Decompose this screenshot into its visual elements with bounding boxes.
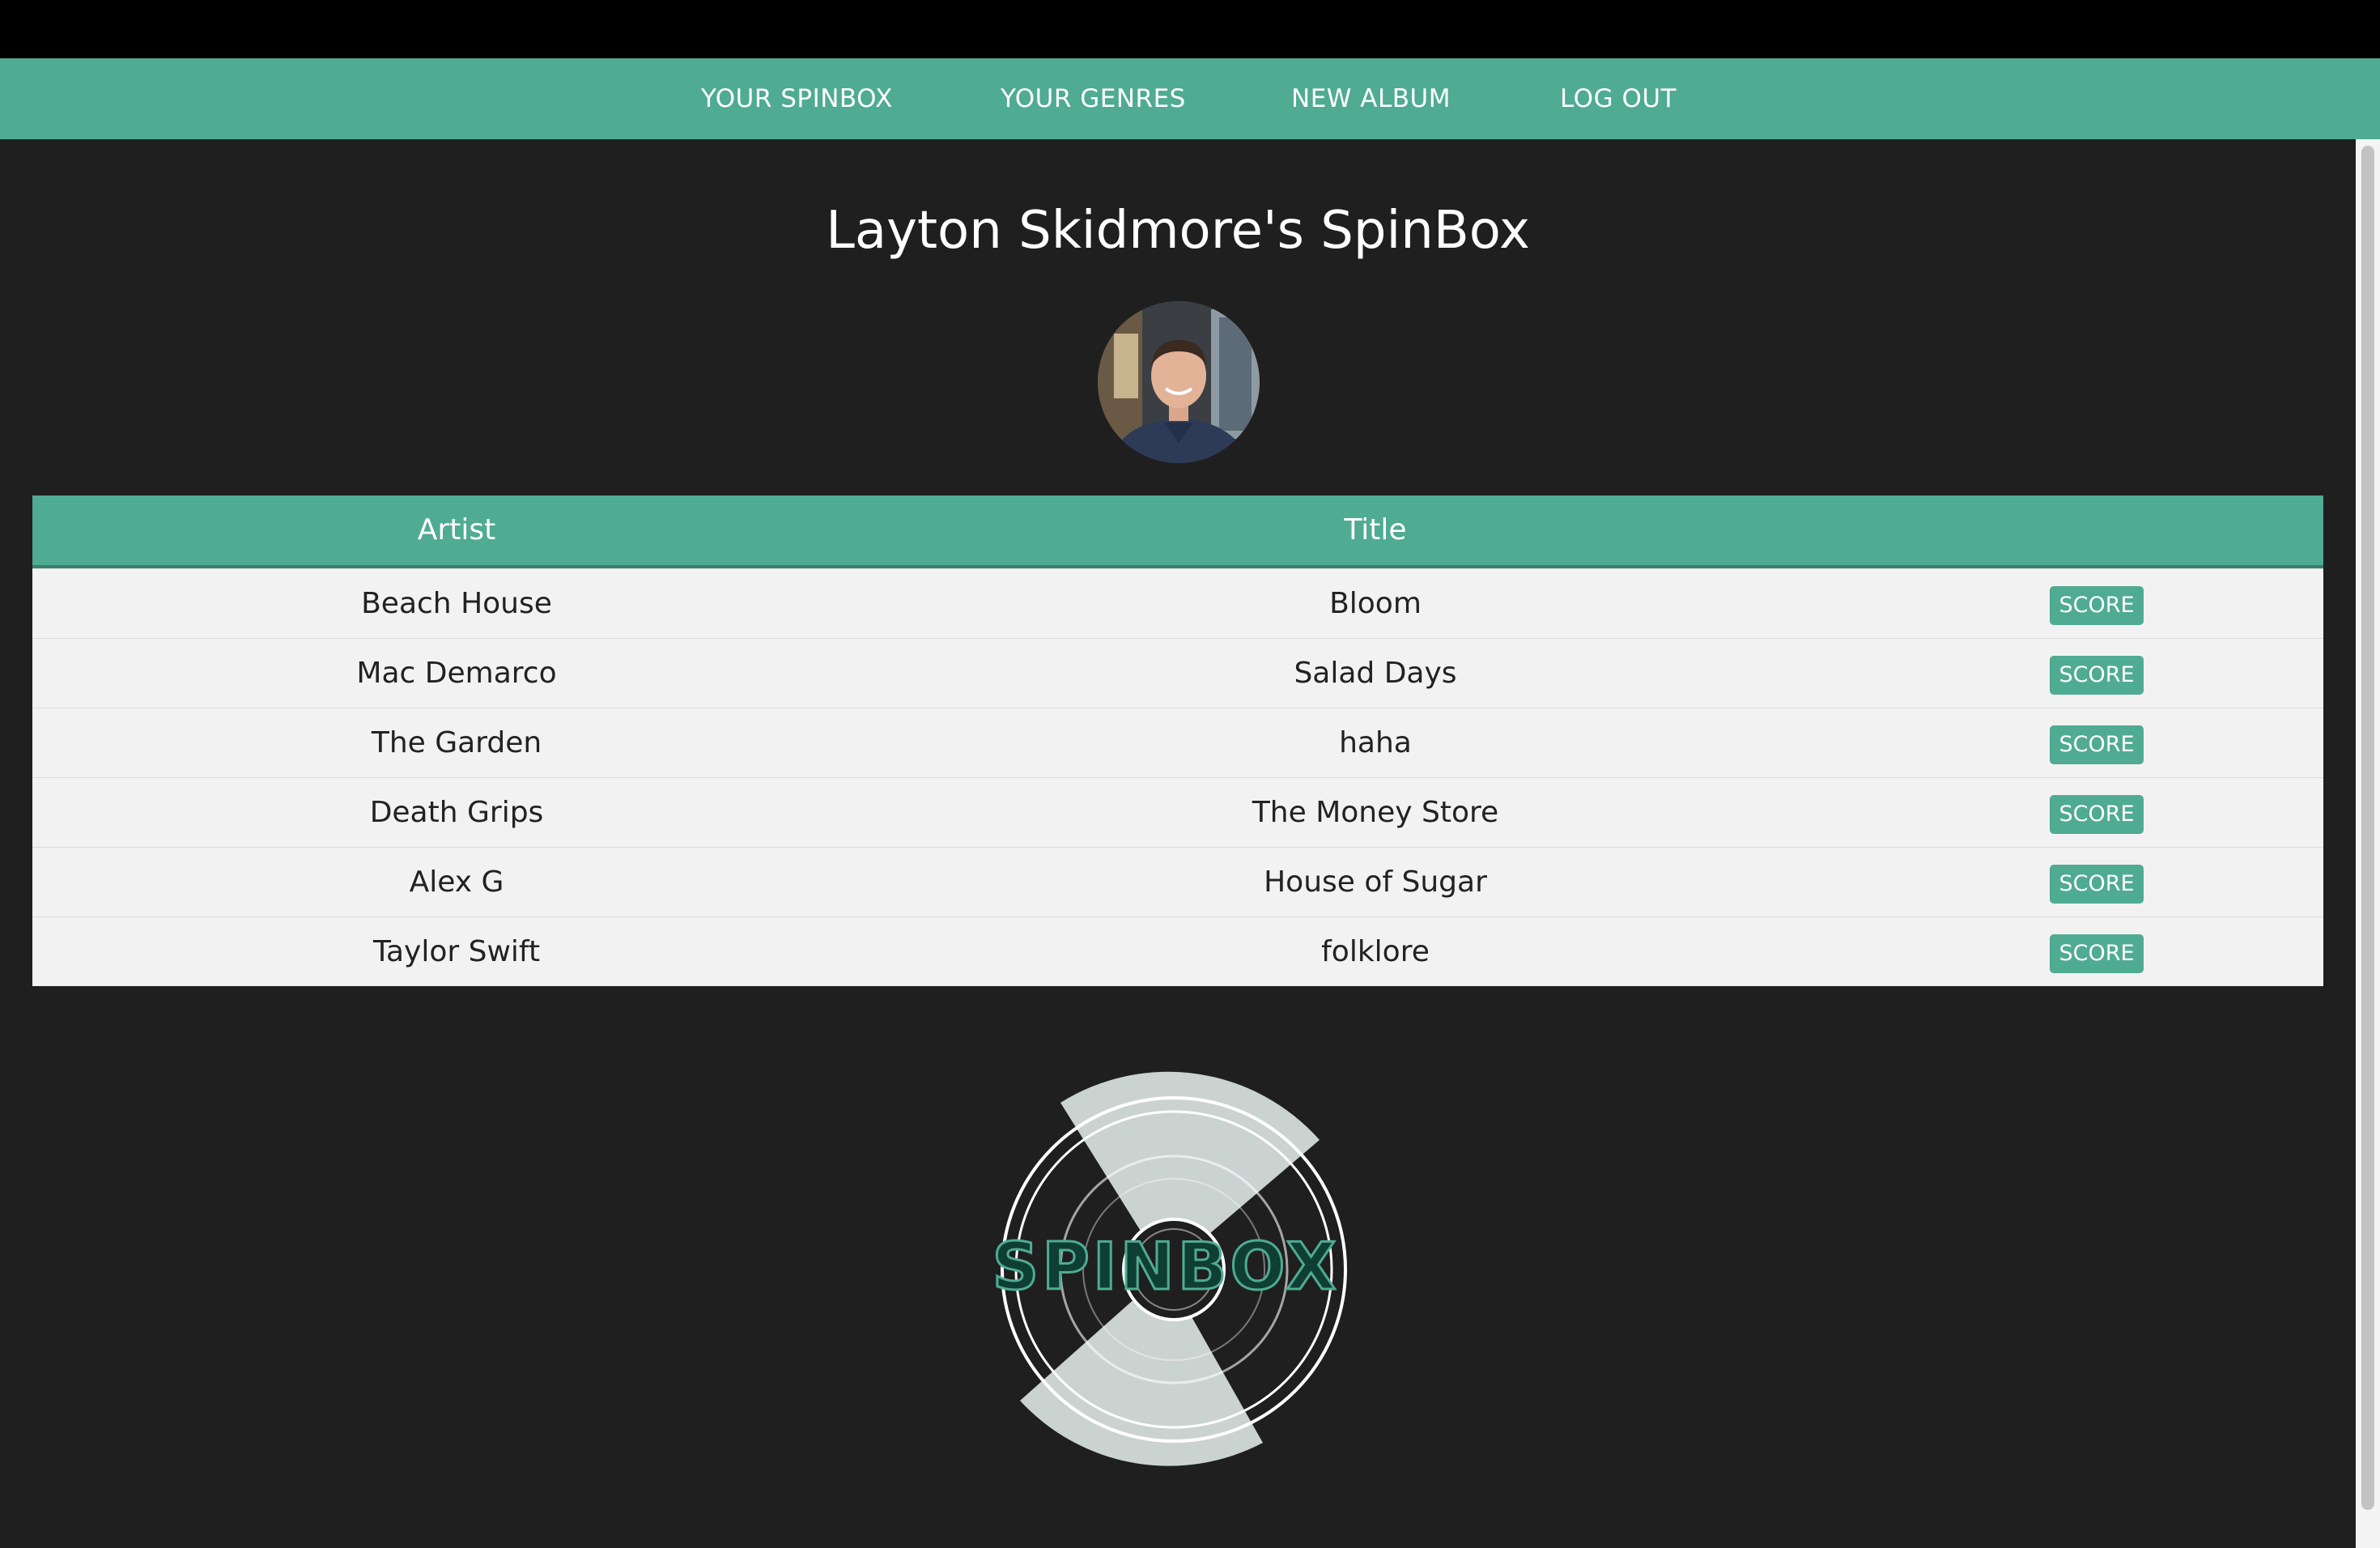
title-cell: Bloom (1329, 587, 1422, 620)
score-button[interactable]: SCORE (2050, 934, 2144, 973)
top-navbar: YOUR SPINBOX YOUR GENRES NEW ALBUM LOG O… (0, 58, 2380, 139)
title-cell: House of Sugar (1264, 865, 1487, 899)
table-row: Death Grips The Money Store SCORE (32, 777, 2323, 847)
artist-cell: The Garden (371, 726, 542, 759)
album-table: Artist Title Beach House Bloom SCORE Mac… (32, 495, 2323, 986)
nav-your-genres[interactable]: YOUR GENRES (1001, 58, 1186, 139)
table-row: Mac Demarco Salad Days SCORE (32, 638, 2323, 708)
profile-avatar (1098, 301, 1260, 463)
score-button[interactable]: SCORE (2050, 865, 2144, 904)
header-artist[interactable]: Artist (418, 495, 495, 565)
artist-cell: Beach House (361, 587, 552, 620)
table-row: The Garden haha SCORE (32, 708, 2323, 777)
table-row: Taylor Swift folklore SCORE (32, 916, 2323, 986)
nav-new-album[interactable]: NEW ALBUM (1291, 58, 1451, 139)
logo-wordmark: SPINBOX (992, 1229, 1340, 1304)
spinbox-logo: SPINBOX (955, 1069, 1376, 1474)
browser-top-bar (0, 0, 2380, 58)
title-cell: haha (1339, 726, 1412, 759)
table-header: Artist Title (32, 495, 2323, 568)
score-button[interactable]: SCORE (2050, 656, 2144, 695)
score-button[interactable]: SCORE (2050, 725, 2144, 764)
title-cell: Salad Days (1294, 657, 1457, 690)
artist-cell: Taylor Swift (372, 935, 541, 968)
profile-photo-icon (1098, 301, 1260, 463)
nav-log-out[interactable]: LOG OUT (1560, 58, 1677, 139)
page-title: Layton Skidmore's SpinBox (826, 201, 1530, 261)
title-cell: The Money Store (1252, 796, 1499, 829)
table-row: Alex G House of Sugar SCORE (32, 847, 2323, 916)
table-row: Beach House Bloom SCORE (32, 568, 2323, 638)
spinbox-record-icon: SPINBOX (991, 1071, 1347, 1466)
scrollbar-thumb[interactable] (2361, 146, 2374, 1510)
artist-cell: Death Grips (369, 796, 544, 829)
nav-your-spinbox[interactable]: YOUR SPINBOX (701, 58, 893, 139)
score-button[interactable]: SCORE (2050, 586, 2144, 625)
title-cell: folklore (1321, 935, 1430, 968)
score-button[interactable]: SCORE (2050, 795, 2144, 834)
header-title[interactable]: Title (1344, 495, 1406, 565)
artist-cell: Mac Demarco (356, 657, 557, 690)
artist-cell: Alex G (409, 865, 504, 899)
